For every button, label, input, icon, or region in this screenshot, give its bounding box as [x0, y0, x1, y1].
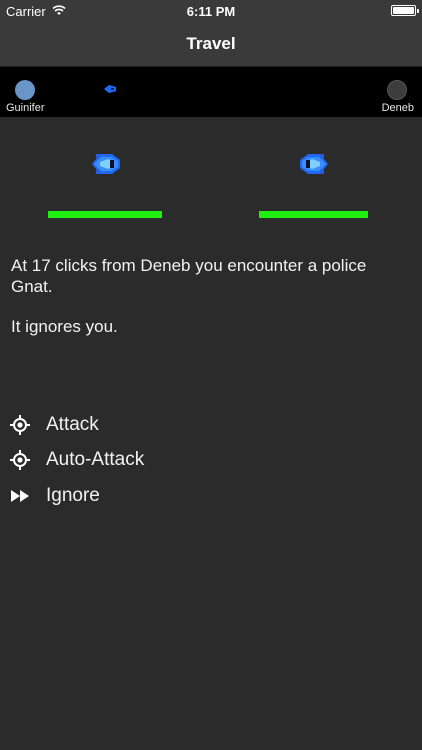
ignore-label: Ignore	[46, 485, 100, 506]
origin-planet-icon	[15, 80, 35, 100]
travel-progress-bar: Guinifer Deneb	[0, 67, 422, 117]
status-bar: Carrier 6:11 PM	[0, 0, 422, 22]
attack-button[interactable]: Attack	[0, 408, 422, 442]
auto-attack-button[interactable]: Auto-Attack	[0, 443, 422, 477]
opponent-ship-icon	[300, 154, 328, 174]
crosshair-icon	[10, 450, 30, 470]
encounter-message: At 17 clicks from Deneb you encounter a …	[11, 256, 367, 296]
player-ship-marker-icon	[104, 85, 116, 93]
attack-label: Attack	[46, 414, 99, 435]
status-time: 6:11 PM	[186, 4, 236, 19]
player-hull-bar	[48, 211, 162, 218]
encounter-response: It ignores you.	[11, 317, 118, 336]
destination-planet-icon	[387, 80, 407, 100]
ignore-button[interactable]: Ignore	[0, 479, 422, 513]
auto-attack-label: Auto-Attack	[46, 449, 145, 470]
opponent-hull-bar	[259, 211, 368, 218]
battery-icon	[391, 5, 419, 16]
navigation-bar: Travel	[0, 22, 422, 67]
origin-planet-label: Guinifer	[6, 102, 45, 114]
crosshair-icon	[10, 415, 30, 435]
page-title: Travel	[186, 34, 236, 53]
destination-planet-label: Deneb	[381, 102, 414, 114]
fast-forward-icon	[11, 490, 29, 502]
player-ship-icon	[92, 154, 120, 174]
